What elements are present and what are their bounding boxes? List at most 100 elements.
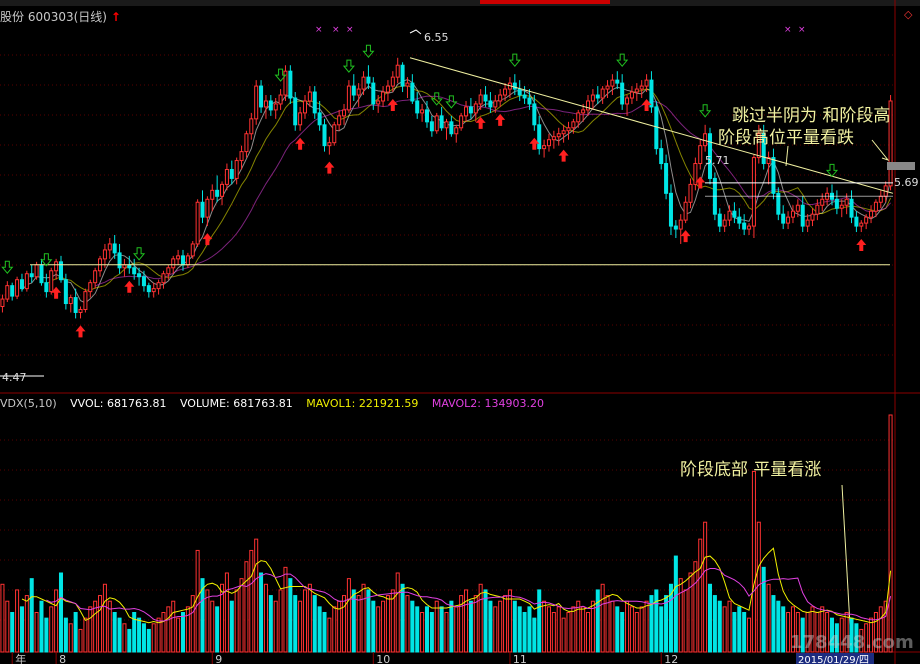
volume-bar bbox=[98, 595, 103, 653]
candle-body bbox=[644, 79, 649, 87]
candle-body bbox=[263, 100, 268, 108]
candle-body bbox=[849, 198, 854, 218]
candle-body bbox=[864, 216, 869, 224]
volume-bar bbox=[180, 612, 186, 653]
candle-body bbox=[220, 183, 225, 197]
volume-bar bbox=[703, 521, 708, 653]
candle-body bbox=[405, 82, 410, 87]
candle-body bbox=[795, 204, 800, 212]
price-label-low: 4.47 bbox=[2, 371, 27, 384]
candle-body bbox=[732, 210, 737, 218]
volume-bar bbox=[561, 617, 566, 653]
volume-bar bbox=[776, 600, 781, 653]
candle-body bbox=[410, 82, 415, 102]
x-marker: × bbox=[798, 25, 806, 35]
volume-bar bbox=[381, 600, 386, 653]
candle-body bbox=[429, 121, 434, 132]
candle-body bbox=[634, 88, 639, 93]
volume-bar bbox=[625, 600, 630, 653]
candle-body bbox=[771, 157, 776, 194]
volume-bar bbox=[678, 578, 683, 653]
volume-bar bbox=[73, 612, 78, 653]
candle-body bbox=[39, 264, 44, 284]
candle-body bbox=[581, 109, 586, 114]
candle-body bbox=[834, 198, 839, 209]
volume-bar bbox=[712, 595, 717, 653]
candle-body bbox=[571, 121, 576, 129]
volume-bar bbox=[185, 606, 190, 653]
volume-bar bbox=[498, 600, 503, 653]
volume-bar bbox=[293, 595, 298, 653]
candle-body bbox=[747, 225, 752, 230]
volume-bar bbox=[488, 600, 493, 653]
buy-arrow-icon bbox=[202, 233, 213, 246]
volume-bar bbox=[346, 578, 351, 653]
buy-arrow-icon bbox=[856, 239, 867, 252]
volume-bar bbox=[556, 606, 561, 653]
sell-arrow-icon bbox=[1, 260, 14, 274]
candle-body bbox=[29, 273, 34, 278]
volume-bar bbox=[371, 600, 376, 653]
sell-arrow-icon bbox=[133, 247, 146, 261]
price-high-pointer bbox=[409, 29, 422, 35]
kline-chart: 6.555.715.694.47×××××年891011121178448.co… bbox=[0, 0, 920, 664]
candle-body bbox=[590, 94, 595, 102]
candle-body bbox=[185, 255, 190, 266]
volume-bar bbox=[688, 572, 693, 653]
candle-body bbox=[234, 160, 239, 179]
price-label-last: 5.69 bbox=[894, 176, 919, 189]
volume-bar bbox=[332, 606, 337, 653]
candle-body bbox=[649, 79, 654, 108]
candle-body bbox=[346, 85, 351, 111]
candle-body bbox=[859, 222, 864, 227]
volume-bar bbox=[5, 600, 10, 653]
volume-bar bbox=[24, 595, 29, 653]
watermark-text: 178448.com bbox=[790, 632, 914, 653]
candle-body bbox=[24, 273, 29, 290]
buy-arrow-icon bbox=[324, 161, 335, 174]
volume-bar bbox=[405, 595, 410, 653]
candle-body bbox=[73, 297, 78, 313]
price-label-mid: 5.71 bbox=[705, 154, 730, 167]
volume-bar bbox=[522, 612, 527, 653]
candle-body bbox=[844, 198, 849, 206]
volume-bar bbox=[517, 606, 522, 653]
volume-bar bbox=[629, 606, 634, 653]
volume-bar bbox=[117, 617, 122, 653]
candle-body bbox=[556, 133, 561, 138]
volume-bar bbox=[195, 549, 200, 653]
volume-bar bbox=[698, 538, 703, 653]
candle-body bbox=[751, 157, 756, 227]
x-tick-label: 11 bbox=[513, 653, 527, 664]
volume-bar bbox=[112, 612, 117, 653]
volume-bar bbox=[429, 612, 434, 653]
sell-arrow-icon bbox=[342, 59, 355, 73]
volume-bar bbox=[644, 600, 649, 653]
note-arrow-3 bbox=[841, 484, 851, 626]
price-label-high: 6.55 bbox=[424, 31, 449, 44]
candle-body bbox=[190, 243, 195, 257]
x-marker: × bbox=[315, 25, 323, 35]
candle-body bbox=[664, 163, 669, 194]
candle-body bbox=[727, 210, 732, 221]
candle-body bbox=[625, 97, 630, 105]
candle-body bbox=[10, 285, 15, 297]
volume-bar bbox=[239, 578, 244, 653]
volume-bar bbox=[151, 623, 156, 653]
candle-body bbox=[420, 109, 425, 114]
volume-bar bbox=[483, 589, 488, 653]
volume-bar bbox=[259, 572, 264, 653]
candle-body bbox=[68, 297, 73, 305]
candle-body bbox=[366, 76, 371, 84]
volume-bar bbox=[249, 549, 254, 653]
candle-body bbox=[688, 183, 693, 203]
volume-bar bbox=[54, 589, 59, 653]
volume-bar bbox=[659, 606, 664, 653]
candle-body bbox=[215, 189, 220, 197]
volume-bar bbox=[605, 595, 610, 653]
x-tick-label: 9 bbox=[215, 653, 222, 664]
volume-bar bbox=[34, 612, 39, 653]
volume-bar bbox=[141, 623, 146, 653]
volume-bar bbox=[732, 612, 737, 653]
candle-body bbox=[176, 255, 181, 260]
